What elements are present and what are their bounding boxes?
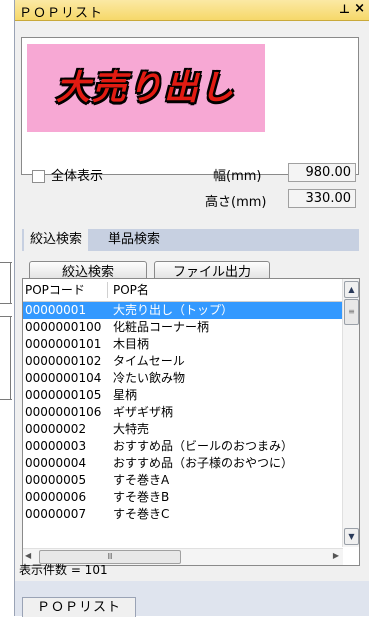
cell-name: タイムセール [113, 354, 185, 368]
cell-code: 00000006 [25, 490, 87, 504]
cell-name: 大特売 [113, 422, 150, 436]
cell-code: 00000004 [25, 456, 87, 470]
tab-filter-search[interactable]: 絞込検索 [24, 229, 89, 251]
cell-name: 化粧品コーナー柄 [113, 320, 210, 334]
cell-name: おすすめ品（ビールのおつまみ） [113, 439, 294, 453]
table-row[interactable]: 0000000105 星柄 [23, 387, 343, 404]
table-row[interactable]: 00000007 すそ巻きC [23, 506, 343, 523]
cell-code: 0000000101 [25, 337, 102, 351]
table-row[interactable]: 0000000100 化粧品コーナー柄 [23, 319, 343, 336]
cell-name: 冷たい飲み物 [113, 371, 186, 385]
cell-code: 00000003 [25, 439, 87, 453]
cell-name: 大売り出し（トップ） [113, 303, 234, 317]
cell-code: 0000000106 [25, 405, 102, 419]
pop-table: POPコード POP名 00000001 大売り出し（トップ） 000000010… [22, 278, 360, 566]
table-row[interactable]: 00000003 おすすめ品（ビールのおつまみ） [23, 438, 343, 455]
height-label: 高さ(mm) [205, 195, 267, 210]
show-all-checkbox[interactable] [32, 170, 45, 183]
cell-name: ギザギザ柄 [113, 405, 174, 419]
show-all-label: 全体表示 [51, 169, 104, 184]
table-row[interactable]: 0000000104 冷たい飲み物 [23, 370, 343, 387]
tab-item-search[interactable]: 単品検索 [102, 229, 166, 251]
bottom-tab-pop-list[interactable]: ＰＯＰリスト [22, 597, 137, 617]
pop-preview-image-text: 大売り出し [56, 68, 236, 108]
cell-name: すそ巻きC [113, 507, 170, 521]
pin-icon[interactable]: ⊥ [339, 2, 350, 16]
cell-code: 00000005 [25, 473, 87, 487]
pop-list-panel: ＰＯＰリスト ⊥ × 大売り出し 全体表示 幅(mm) 980.00 高さ(mm… [14, 0, 369, 617]
search-tabs: 絞込検索 単品検索 [22, 229, 359, 251]
column-header-pop-code[interactable]: POPコード [25, 279, 85, 301]
table-row[interactable]: 00000004 おすすめ品（お子様のおやつに） [23, 455, 343, 472]
cell-code: 00000001 [25, 303, 87, 317]
height-value-field[interactable]: 330.00 [288, 189, 356, 208]
table-row[interactable]: 00000001 大売り出し（トップ） [23, 302, 343, 319]
panel-title: ＰＯＰリスト [19, 6, 104, 21]
cell-name: 木目柄 [113, 337, 150, 351]
result-count: 表示件数 = 101 [19, 563, 108, 577]
pop-preview-image: 大売り出し [27, 44, 265, 132]
table-row[interactable]: 00000002 大特売 [23, 421, 343, 438]
cell-code: 00000002 [25, 422, 87, 436]
cell-code: 0000000105 [25, 388, 102, 402]
cell-name: おすすめ品（お子様のおやつに） [113, 456, 294, 470]
close-icon[interactable]: × [354, 1, 365, 16]
scroll-left-icon[interactable]: ◀ [25, 551, 31, 560]
cell-name: すそ巻きA [113, 473, 170, 487]
vertical-scrollbar[interactable]: ▲ ≡ ▼ [342, 279, 359, 547]
cell-code: 0000000104 [25, 371, 102, 385]
table-row[interactable]: 0000000102 タイムセール [23, 353, 343, 370]
cell-code: 00000007 [25, 507, 87, 521]
column-header-pop-name[interactable]: POP名 [113, 279, 149, 301]
pop-preview: 大売り出し [21, 37, 359, 175]
table-header: POPコード POP名 [23, 279, 343, 302]
scroll-thumb[interactable]: ≡ [344, 299, 359, 325]
cell-name: すそ巻きB [113, 490, 170, 504]
scroll-down-icon[interactable]: ▼ [344, 528, 359, 545]
scroll-right-icon[interactable]: ▶ [333, 551, 339, 560]
scroll-up-icon[interactable]: ▲ [344, 281, 359, 298]
cell-name: 星柄 [113, 388, 138, 402]
width-value-field[interactable]: 980.00 [288, 163, 356, 182]
cell-code: 0000000100 [25, 320, 102, 334]
width-label: 幅(mm) [213, 169, 262, 184]
table-row[interactable]: 00000006 すそ巻きB [23, 489, 343, 506]
cell-code: 0000000102 [25, 354, 102, 368]
background-window-edge [0, 0, 14, 616]
table-row[interactable]: 0000000106 ギザギザ柄 [23, 404, 343, 421]
table-row[interactable]: 00000005 すそ巻きA [23, 472, 343, 489]
table-row[interactable]: 0000000101 木目柄 [23, 336, 343, 353]
panel-titlebar[interactable]: ＰＯＰリスト ⊥ × [15, 0, 369, 21]
